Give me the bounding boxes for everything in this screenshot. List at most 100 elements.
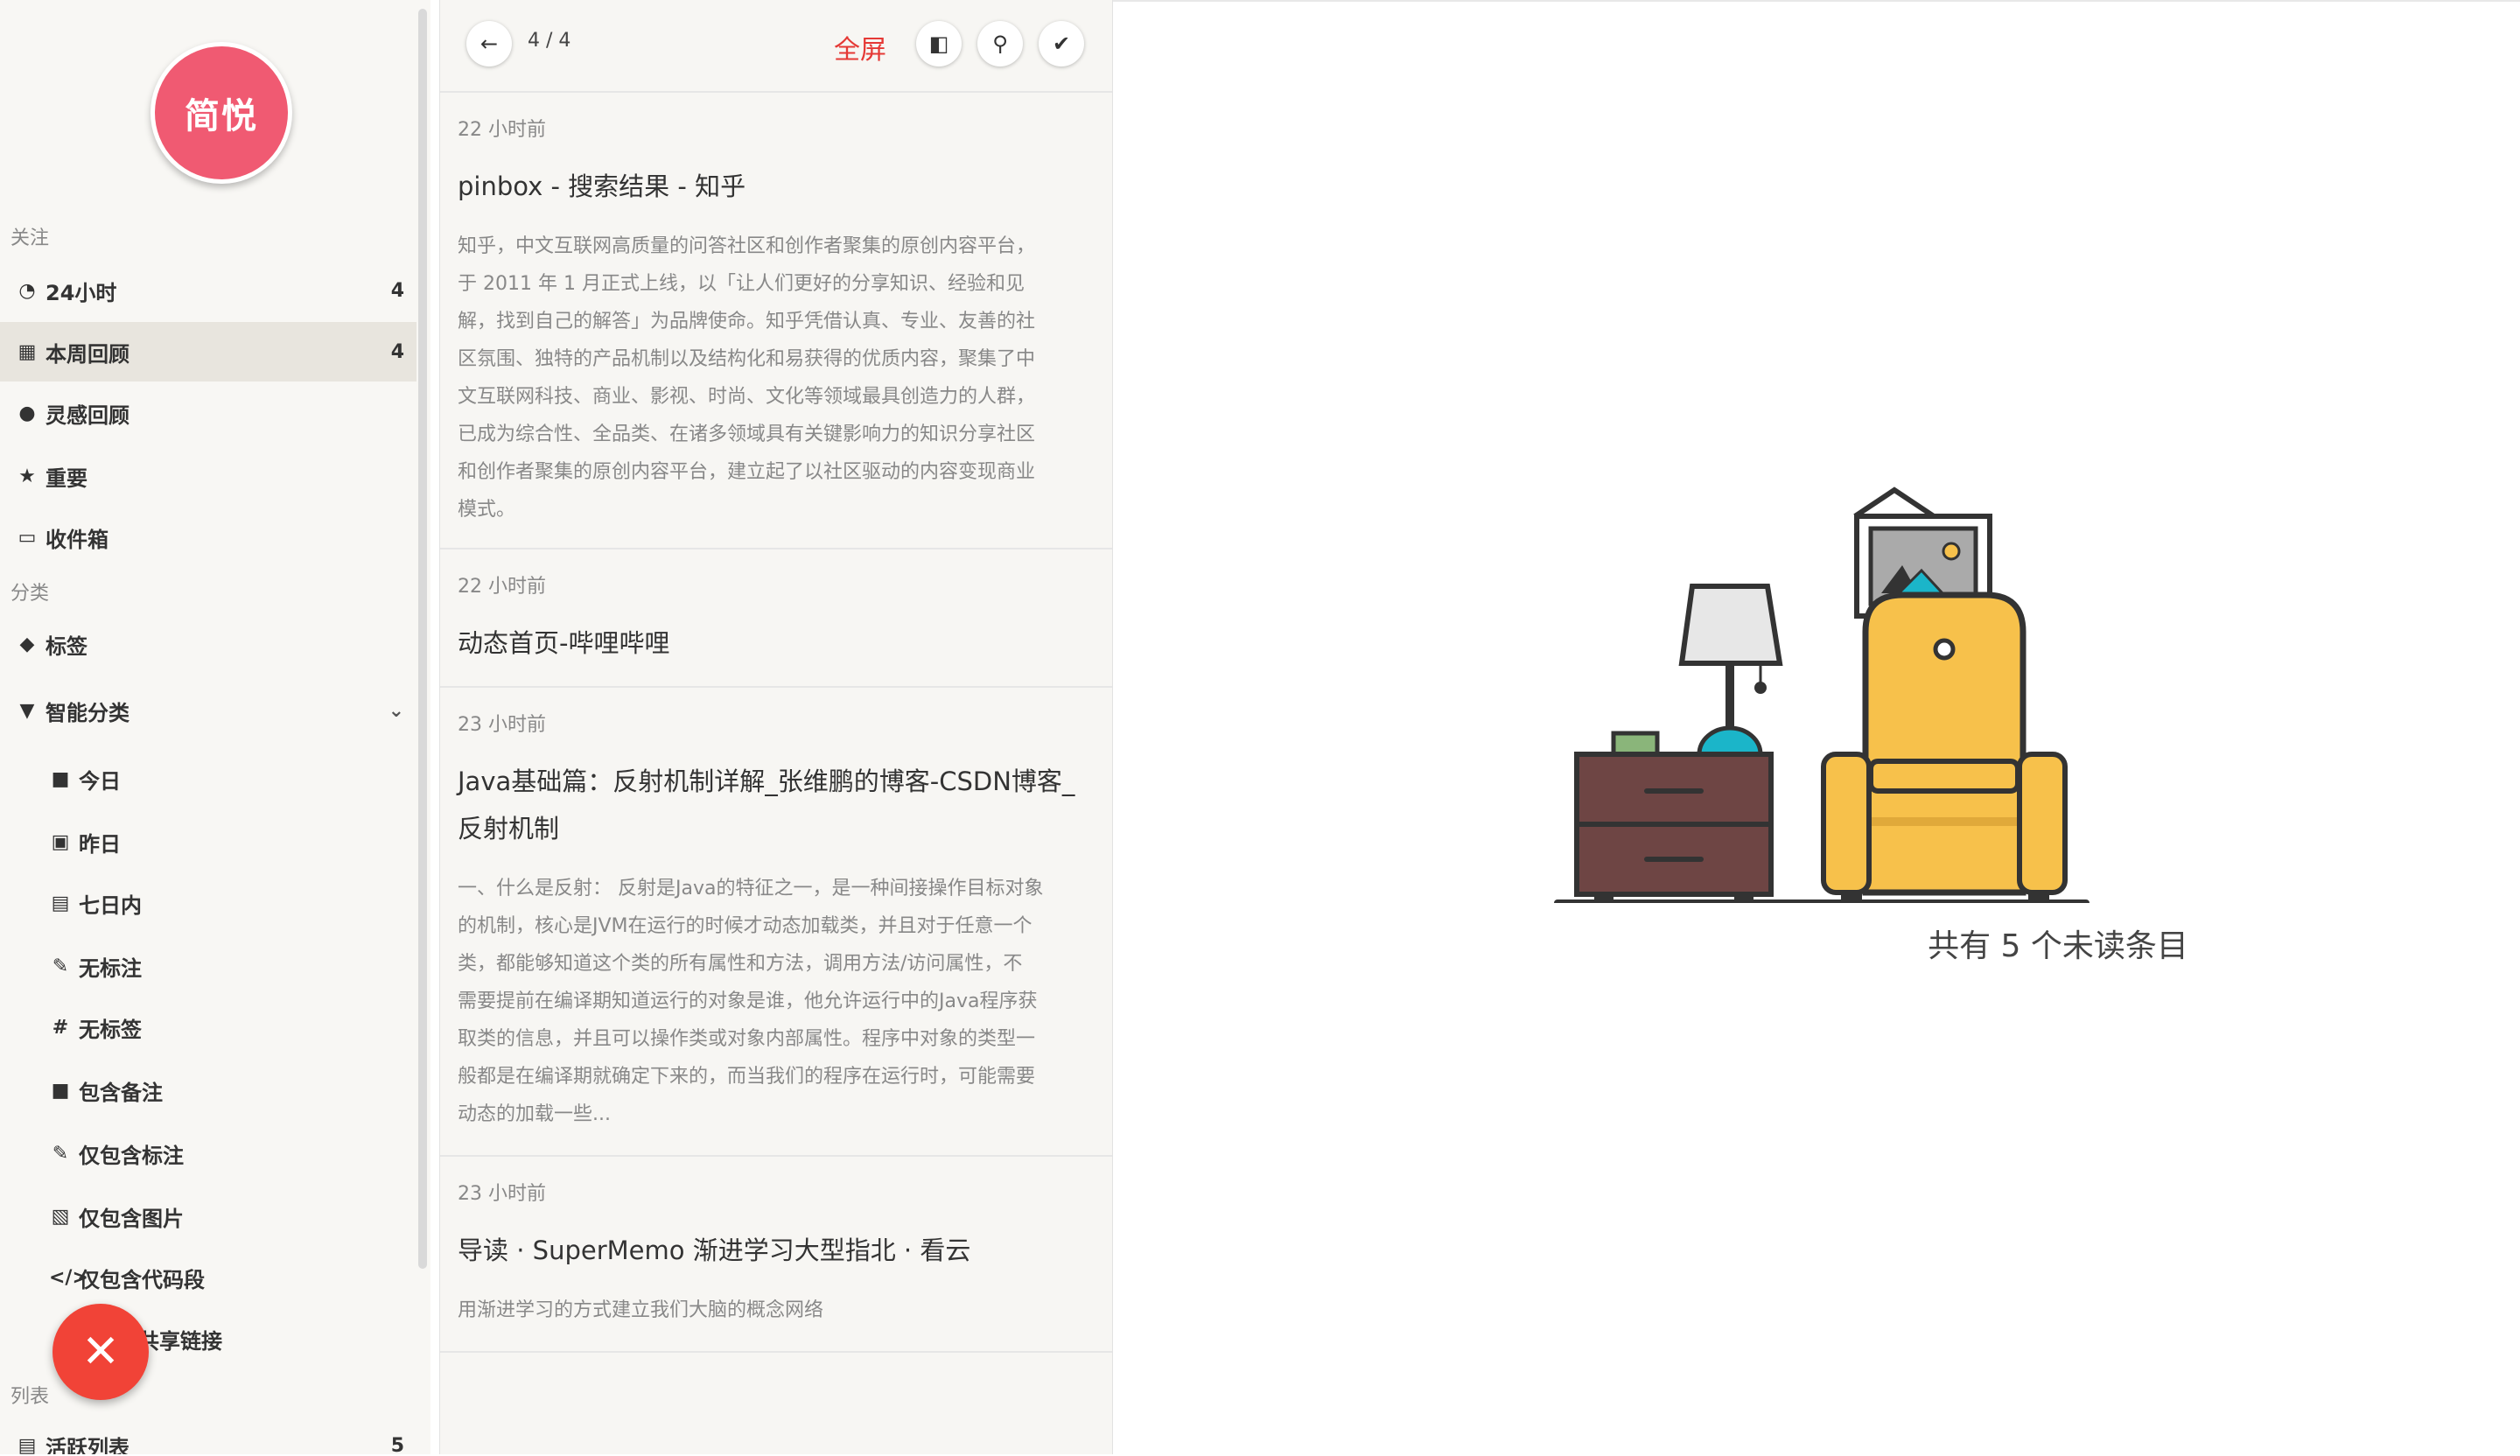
section-label-lists: 列表 [10, 1386, 50, 1408]
nav-item-has-note[interactable]: ■ 包含备注 [0, 1060, 416, 1120]
pen-icon: ✎ [52, 955, 69, 977]
nav-item-smart-category[interactable]: ▼ 智能分类 ⌄ [0, 681, 416, 740]
nav-item-label: 灵感回顾 [46, 402, 130, 428]
excerpt-line: 知乎，中文互联网高质量的问答社区和创作者聚集的原创内容平台， [458, 235, 1036, 257]
page-counter: 4 / 4 [528, 30, 571, 52]
excerpt-line: 和创作者聚集的原创内容平台，建立起了以社区驱动的内容变现商业 [458, 461, 1036, 483]
section-label-category: 分类 [10, 583, 50, 605]
nav-item-label: 昨日 [79, 831, 121, 857]
nav-item-no-tag[interactable]: # 无标签 [0, 998, 416, 1057]
pen-icon: ✎ [52, 1142, 69, 1165]
nav-item-inspiration[interactable]: ● 灵感回顾 [0, 383, 416, 443]
excerpt-line: 类，都能够知道这个类的所有属性和方法，调用方法/访问属性，不 [458, 953, 1023, 975]
title-line: 反射机制 [458, 814, 560, 844]
excerpt-line: 解，找到自己的解答」为品牌使命。知乎凭借认真、专业、友善的社 [458, 311, 1036, 332]
nav-item-weekly-review[interactable]: ▦ 本周回顾 4 [0, 322, 416, 382]
app-logo[interactable]: 简悦 [150, 42, 292, 184]
article-excerpt: 用渐进学习的方式建立我们大脑的概念网络 [458, 1292, 1096, 1329]
nav-item-tags[interactable]: ◆ 标签 [0, 614, 416, 674]
excerpt-line: 动态的加载一些... [458, 1103, 611, 1125]
nav-item-label: 今日 [79, 768, 121, 794]
calendar-icon: ▦ [18, 340, 37, 363]
excerpt-line: 一、什么是反射： 反射是Java的特征之一，是一种间接操作目标对象 [458, 878, 1044, 900]
article-time: 22 小时前 [458, 119, 546, 141]
article-excerpt: 一、什么是反射： 反射是Java的特征之一，是一种间接操作目标对象 的机制，核心… [458, 870, 1096, 1133]
nav-item-label: 七日内 [79, 892, 142, 918]
nav-item-count: 4 [390, 279, 404, 302]
tags-icon: ◆ [19, 633, 35, 655]
nav-item-label: 本周回顾 [46, 341, 130, 367]
list-toolbar: ← 4 / 4 全屏 ◧ ⚲ ✔ [440, 0, 1112, 93]
sidebar-scrollbar[interactable] [418, 9, 427, 1269]
nav-item-label: 标签 [46, 634, 88, 659]
nav-item-label: 无标签 [79, 1017, 142, 1042]
nav-item-active-list[interactable]: ▤ 活跃列表 5 [0, 1416, 416, 1455]
nav-item-annotation-only[interactable]: ✎ 仅包含标注 [0, 1124, 416, 1183]
section-label-follow: 关注 [10, 228, 50, 249]
article-item[interactable]: 23 小时前 Java基础篇：反射机制详解_张维鹏的博客-CSDN博客_ 反射机… [440, 688, 1112, 1157]
article-time: 23 小时前 [458, 714, 546, 736]
nav-item-count: 4 [390, 340, 404, 363]
article-title[interactable]: 动态首页-哔哩哔哩 [458, 620, 1096, 667]
arrow-left-icon: ← [480, 32, 499, 56]
lightbulb-icon: ● [18, 402, 36, 424]
excerpt-line: 文互联网科技、商业、影视、时尚、文化等领域最具创造力的人群， [458, 386, 1036, 408]
mark-all-read-button[interactable]: ✔ [1039, 21, 1084, 66]
nav-item-label: 无标注 [79, 956, 142, 981]
title-line: Java基础篇：反射机制详解_张维鹏的博客-CSDN博客_ [458, 766, 1075, 796]
article-time: 23 小时前 [458, 1183, 546, 1205]
filter-icon: ▼ [19, 699, 35, 722]
nav-item-no-annotation[interactable]: ✎ 无标注 [0, 936, 416, 996]
article-title[interactable]: Java基础篇：反射机制详解_张维鹏的博客-CSDN博客_ 反射机制 [458, 758, 1096, 852]
nav-item-yesterday[interactable]: ▣ 昨日 [0, 812, 416, 872]
nav-item-important[interactable]: ★ 重要 [0, 446, 416, 506]
excerpt-line: 模式。 [458, 499, 516, 521]
search-icon: ⚲ [992, 32, 1008, 56]
excerpt-line: 用渐进学习的方式建立我们大脑的概念网络 [458, 1299, 824, 1321]
nav-item-label: 24小时 [46, 280, 117, 305]
article-item[interactable]: 22 小时前 动态首页-哔哩哔哩 [440, 550, 1112, 688]
article-time: 22 小时前 [458, 576, 546, 598]
clock-icon: ◔ [18, 279, 36, 302]
nav-item-code-only[interactable]: </> 仅包含代码段 [0, 1248, 416, 1307]
nav-item-label: 收件箱 [46, 527, 108, 552]
article-title[interactable]: pinbox - 搜索结果 - 知乎 [458, 163, 1096, 210]
close-fab-button[interactable]: ✕ [52, 1304, 149, 1400]
excerpt-line: 已成为综合性、全品类、在诸多领域具有关键影响力的知识分享社区 [458, 424, 1036, 445]
nav-item-count: 5 [390, 1434, 404, 1455]
search-button[interactable]: ⚲ [977, 21, 1023, 66]
nav-item-24h[interactable]: ◔ 24小时 4 [0, 261, 416, 320]
code-icon: </> [49, 1266, 88, 1289]
nav-item-label: 包含备注 [79, 1080, 163, 1105]
toggle-panel-button[interactable]: ◧ [916, 21, 962, 66]
nav-item-label: 共享链接 [138, 1328, 222, 1354]
chevron-down-icon[interactable]: ⌄ [388, 700, 404, 722]
empty-state-illustration [1554, 486, 2090, 903]
star-icon: ★ [18, 465, 36, 487]
article-title[interactable]: 导读 · SuperMemo 渐进学习大型指北 · 看云 [458, 1227, 1096, 1274]
hash-icon: # [52, 1016, 69, 1039]
reader-pane: 共有 5 个未读条目 [1113, 0, 2520, 1456]
excerpt-line: 的机制，核心是JVM在运行的时候才动态加载类，并且对于任意一个 [458, 915, 1032, 937]
nav-item-last-7-days[interactable]: ▤ 七日内 [0, 873, 416, 933]
check-icon: ✔ [1052, 32, 1071, 56]
article-item[interactable]: 22 小时前 pinbox - 搜索结果 - 知乎 知乎，中文互联网高质量的问答… [440, 93, 1112, 550]
nav-item-label: 活跃列表 [46, 1435, 130, 1455]
back-button[interactable]: ← [466, 21, 512, 66]
article-excerpt: 知乎，中文互联网高质量的问答社区和创作者聚集的原创内容平台， 于 2011 年 … [458, 228, 1096, 528]
calendar-week-icon: ▤ [51, 892, 70, 914]
nav-item-label: 仅包含标注 [79, 1143, 184, 1168]
sidebar: 简悦 关注 ◔ 24小时 4 ▦ 本周回顾 4 ● 灵感回顾 ★ 重要 ▭ 收件… [0, 0, 430, 1454]
article-item[interactable]: 23 小时前 导读 · SuperMemo 渐进学习大型指北 · 看云 用渐进学… [440, 1157, 1112, 1353]
fullscreen-button[interactable]: 全屏 [834, 28, 886, 66]
sidebar-toggle-icon: ◧ [928, 32, 949, 56]
excerpt-line: 区氛围、独特的产品机制以及结构化和易获得的优质内容，聚集了中 [458, 348, 1036, 370]
excerpt-line: 般都是在编译期就确定下来的，而当我们的程序在运行时，可能需要 [458, 1066, 1036, 1088]
nav-item-today[interactable]: ■ 今日 [0, 749, 416, 808]
note-icon: ■ [51, 1079, 70, 1102]
nav-item-inbox[interactable]: ▭ 收件箱 [0, 508, 416, 567]
nav-item-label: 智能分类 [46, 700, 130, 725]
excerpt-line: 取类的信息，并且可以操作类或对象内部属性。程序中对象的类型一 [458, 1028, 1036, 1050]
nav-item-images-only[interactable]: ▧ 仅包含图片 [0, 1186, 416, 1246]
list-icon: ▤ [18, 1434, 37, 1455]
